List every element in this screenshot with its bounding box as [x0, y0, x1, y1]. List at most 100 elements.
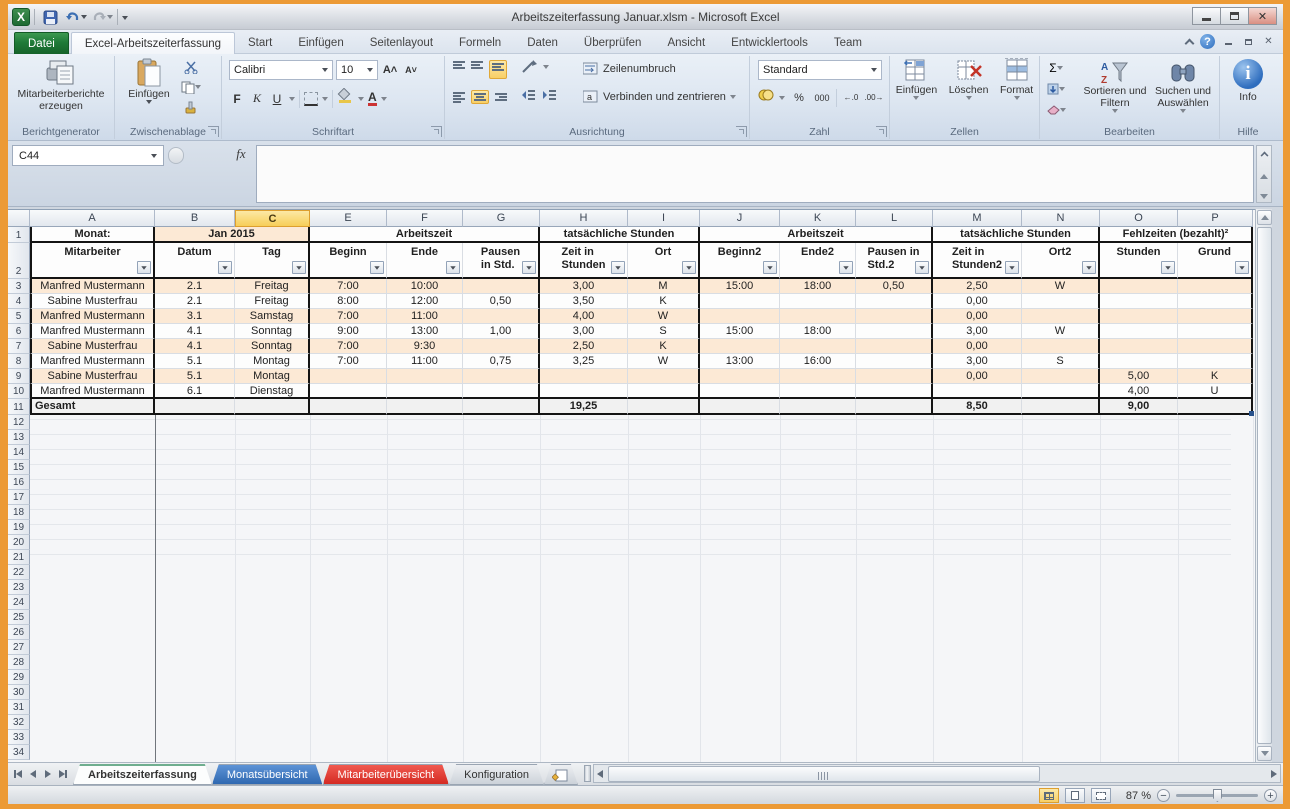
ribbon-tab-formeln[interactable]: Formeln	[446, 32, 514, 54]
cell-M11[interactable]: 8,50	[933, 399, 1022, 415]
currency-dropdown-caret[interactable]	[779, 96, 785, 100]
cell-C6[interactable]: Sonntag	[235, 324, 310, 339]
column-header-F[interactable]: F	[387, 210, 463, 227]
cell-G5[interactable]	[463, 309, 540, 324]
align-middle-button[interactable]	[471, 60, 483, 79]
cell-C4[interactable]: Freitag	[235, 294, 310, 309]
percent-button[interactable]: %	[790, 90, 808, 106]
cell-E10[interactable]	[310, 384, 387, 399]
cell-A11[interactable]: Gesamt	[30, 399, 155, 415]
row-header-30[interactable]: 30	[8, 685, 30, 700]
column-filter-header-pausen-in-std.2[interactable]: Pausen in Std.2	[856, 243, 933, 279]
row-header-12[interactable]: 12	[8, 415, 30, 430]
row-header-20[interactable]: 20	[8, 535, 30, 550]
cell-F6[interactable]: 13:00	[387, 324, 463, 339]
row-header-32[interactable]: 32	[8, 715, 30, 730]
cell-M6[interactable]: 3,00	[933, 324, 1022, 339]
shrink-font-button[interactable]: A˅	[402, 62, 420, 78]
cell-P7[interactable]	[1178, 339, 1253, 354]
row-header-19[interactable]: 19	[8, 520, 30, 535]
cell-C10[interactable]: Dienstag	[235, 384, 310, 399]
cell-H10[interactable]	[540, 384, 628, 399]
cell-P8[interactable]	[1178, 354, 1253, 369]
row-header-11[interactable]: 11	[8, 399, 30, 415]
filter-dropdown-button[interactable]	[839, 261, 853, 274]
collapse-formula-bar-icon[interactable]	[1260, 152, 1268, 160]
cell-E8[interactable]: 7:00	[310, 354, 387, 369]
column-header-C[interactable]: C	[235, 210, 310, 227]
sheet-tab-mitarbeiterübersicht[interactable]: Mitarbeiterübersicht	[323, 764, 450, 785]
ribbon-tab-datei[interactable]: Datei	[14, 32, 69, 54]
ribbon-tab-entwicklertools[interactable]: Entwicklertools	[718, 32, 821, 54]
cell-A10[interactable]: Manfred Mustermann	[30, 384, 155, 399]
undo-dropdown-caret[interactable]	[81, 15, 87, 19]
cell-G11[interactable]	[463, 399, 540, 415]
cell-L4[interactable]	[856, 294, 933, 309]
cell-K10[interactable]	[780, 384, 856, 399]
ribbon-tab-einfügen[interactable]: Einfügen	[285, 32, 356, 54]
cell-K3[interactable]: 18:00	[780, 279, 856, 294]
column-header-J[interactable]: J	[700, 210, 780, 227]
cell-G10[interactable]	[463, 384, 540, 399]
cell-P9[interactable]: K	[1178, 369, 1253, 384]
cell-N10[interactable]	[1022, 384, 1100, 399]
cell-E9[interactable]	[310, 369, 387, 384]
scroll-right-button[interactable]	[1267, 766, 1280, 782]
cell-L3[interactable]: 0,50	[856, 279, 933, 294]
insert-function-button[interactable]: fx	[229, 146, 253, 165]
align-left-button[interactable]	[453, 91, 465, 104]
increase-indent-button[interactable]	[542, 88, 557, 106]
column-filter-header-pausen-in-std.[interactable]: Pausen in Std.	[463, 243, 540, 279]
cell-F4[interactable]: 12:00	[387, 294, 463, 309]
ribbon-tab-ansicht[interactable]: Ansicht	[654, 32, 718, 54]
cell-I10[interactable]	[628, 384, 700, 399]
filter-dropdown-button[interactable]	[137, 261, 151, 274]
sort-filter-button[interactable]: AZ Sortieren und Filtern	[1082, 59, 1148, 113]
scroll-down-button[interactable]	[1257, 746, 1272, 761]
cell-B3[interactable]: 2.1	[155, 279, 235, 294]
minimize-button[interactable]	[1192, 7, 1221, 25]
cell-I11[interactable]	[628, 399, 700, 415]
font-size-select[interactable]: 10	[336, 60, 378, 80]
cell-E7[interactable]: 7:00	[310, 339, 387, 354]
cell-A7[interactable]: Sabine Musterfrau	[30, 339, 155, 354]
previous-sheet-button[interactable]	[26, 766, 40, 782]
number-format-select[interactable]: Standard	[758, 60, 882, 80]
cell-F3[interactable]: 10:00	[387, 279, 463, 294]
row-header-5[interactable]: 5	[8, 309, 30, 324]
cell-F8[interactable]: 11:00	[387, 354, 463, 369]
cell-I6[interactable]: S	[628, 324, 700, 339]
cell-P11[interactable]	[1178, 399, 1253, 415]
excel-app-icon[interactable]: X	[12, 8, 30, 26]
cell-H3[interactable]: 3,00	[540, 279, 628, 294]
cell-C5[interactable]: Samstag	[235, 309, 310, 324]
copy-button[interactable]	[181, 78, 201, 96]
row-header-33[interactable]: 33	[8, 730, 30, 745]
cell-L8[interactable]	[856, 354, 933, 369]
close-button[interactable]: ✕	[1248, 7, 1277, 25]
minimize-ribbon-icon[interactable]	[1185, 38, 1195, 48]
cell-P3[interactable]	[1178, 279, 1253, 294]
column-filter-header-ort[interactable]: Ort	[628, 243, 700, 279]
column-header-P[interactable]: P	[1178, 210, 1253, 227]
filter-dropdown-button[interactable]	[446, 261, 460, 274]
cell-J3[interactable]: 15:00	[700, 279, 780, 294]
column-header-I[interactable]: I	[628, 210, 700, 227]
cell-L5[interactable]	[856, 309, 933, 324]
cell-L6[interactable]	[856, 324, 933, 339]
filter-dropdown-button[interactable]	[611, 261, 625, 274]
filter-dropdown-button[interactable]	[1082, 261, 1096, 274]
orientation-dropdown-caret[interactable]	[543, 65, 549, 69]
cell-P6[interactable]	[1178, 324, 1253, 339]
orientation-button[interactable]	[521, 60, 537, 79]
row-header-2[interactable]: 2	[8, 243, 30, 279]
row-header-26[interactable]: 26	[8, 625, 30, 640]
fill-button[interactable]	[1046, 80, 1066, 98]
cell-H11[interactable]: 19,25	[540, 399, 628, 415]
cell-H7[interactable]: 2,50	[540, 339, 628, 354]
cell-H9[interactable]	[540, 369, 628, 384]
cell-O11[interactable]: 9,00	[1100, 399, 1178, 415]
cell-F7[interactable]: 9:30	[387, 339, 463, 354]
column-filter-header-tag[interactable]: Tag	[235, 243, 310, 279]
cell-I5[interactable]: W	[628, 309, 700, 324]
